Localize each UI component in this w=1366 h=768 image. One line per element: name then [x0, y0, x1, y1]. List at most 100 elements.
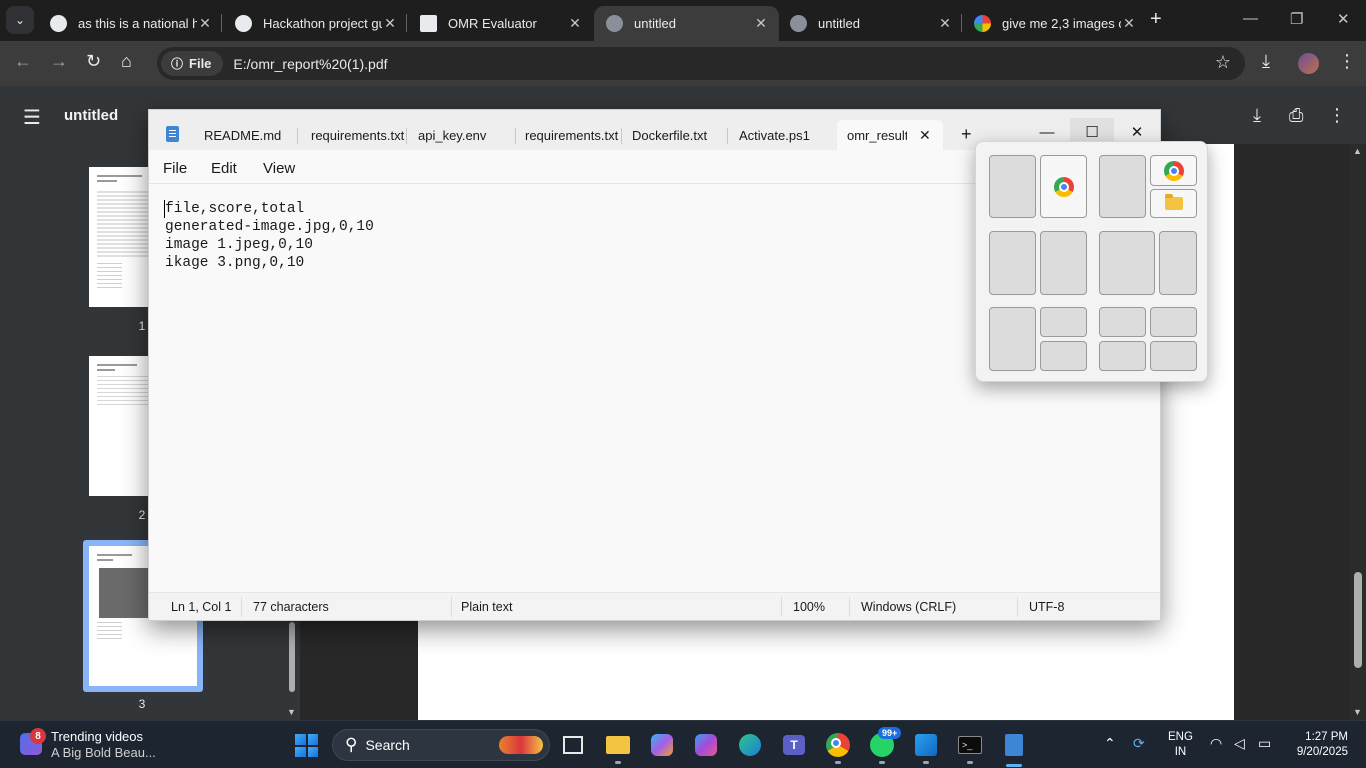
- widgets-subtitle[interactable]: A Big Bold Beau...: [51, 745, 156, 760]
- taskbar-search[interactable]: ⚲ Search: [332, 729, 550, 761]
- snap-zone-5c[interactable]: [1040, 341, 1087, 371]
- snap-zone-6a[interactable]: [1099, 307, 1146, 337]
- notepad-tab-requirements-2[interactable]: requirements.txt: [525, 120, 618, 150]
- snap-zone-2a[interactable]: [1099, 155, 1146, 218]
- star-icon[interactable]: ☆: [1215, 52, 1231, 73]
- terminal-icon[interactable]: >_: [954, 729, 986, 761]
- avatar[interactable]: [1298, 53, 1319, 74]
- back-arrow-icon[interactable]: ←: [14, 51, 32, 72]
- vscode-icon[interactable]: [910, 729, 942, 761]
- pdf-title: untitled: [64, 107, 119, 124]
- notepad-tab-readme[interactable]: README.md: [204, 120, 281, 150]
- new-tab-button[interactable]: +: [961, 124, 972, 145]
- sidebar-scrollbar-thumb[interactable]: [289, 622, 295, 692]
- snap-zone-6d[interactable]: [1150, 341, 1197, 371]
- m365-icon[interactable]: [690, 729, 722, 761]
- close-window-button[interactable]: ✕: [1337, 10, 1350, 28]
- chrome-icon: [1163, 160, 1184, 181]
- site-info-chip[interactable]: ⓘ File: [161, 51, 224, 76]
- close-icon[interactable]: ✕: [567, 15, 583, 32]
- snap-zone-1b[interactable]: [1040, 155, 1087, 218]
- chrome-icon[interactable]: [822, 729, 854, 761]
- notepad-tab-activate[interactable]: Activate.ps1: [739, 120, 810, 150]
- show-hidden-icons[interactable]: ⌃: [1104, 735, 1116, 752]
- info-icon: ⓘ: [171, 57, 184, 71]
- browser-tab-5[interactable]: untitled ✕: [778, 6, 963, 41]
- address-bar[interactable]: ⓘ File E:/omr_report%20(1).pdf ☆: [157, 47, 1245, 80]
- snap-zone-4a[interactable]: [1099, 231, 1155, 295]
- new-tab-button[interactable]: +: [1150, 8, 1162, 31]
- forward-arrow-icon[interactable]: →: [50, 51, 68, 72]
- browser-tab-2[interactable]: Hackathon project gu ✕: [223, 6, 408, 41]
- github-icon: [50, 15, 67, 32]
- browser-tab-6[interactable]: give me 2,3 images o ✕: [962, 6, 1147, 41]
- widgets-title[interactable]: Trending videos: [51, 729, 143, 744]
- menu-file[interactable]: File: [163, 160, 187, 177]
- status-zoom[interactable]: 100%: [793, 600, 825, 614]
- restore-button[interactable]: ❐: [1290, 10, 1303, 28]
- notepad-text-area[interactable]: file,score,total generated-image.jpg,0,1…: [165, 200, 374, 272]
- close-icon[interactable]: ✕: [1121, 15, 1137, 32]
- notepad-tab-requirements[interactable]: requirements.txt: [311, 120, 404, 150]
- start-button[interactable]: [295, 734, 318, 757]
- volume-icon[interactable]: ◁: [1234, 735, 1245, 752]
- scroll-down-arrow-icon[interactable]: ▼: [1353, 707, 1362, 717]
- snap-zone-2c[interactable]: [1150, 189, 1197, 218]
- battery-icon[interactable]: ▭: [1258, 735, 1271, 752]
- browser-toolbar: ← → ↻ ⌂ ⓘ File E:/omr_report%20(1).pdf ☆…: [0, 41, 1366, 86]
- menu-icon[interactable]: ☰: [23, 105, 41, 130]
- snap-zone-5a[interactable]: [989, 307, 1036, 371]
- teams-icon[interactable]: T: [778, 729, 810, 761]
- snap-zone-4b[interactable]: [1159, 231, 1197, 295]
- browser-tab-1[interactable]: as this is a national ha ✕: [38, 6, 223, 41]
- notepad-tab-omr-result[interactable]: omr_result ✕: [837, 120, 943, 150]
- snap-zone-6b[interactable]: [1150, 307, 1197, 337]
- copilot-icon[interactable]: [646, 729, 678, 761]
- close-icon[interactable]: ✕: [382, 15, 398, 32]
- sync-icon[interactable]: ⟳: [1133, 735, 1145, 752]
- file-explorer-icon[interactable]: [602, 729, 634, 761]
- browser-tab-strip: ⌄ as this is a national ha ✕ Hackathon p…: [0, 0, 1366, 41]
- close-icon[interactable]: ✕: [753, 15, 769, 32]
- active-app-indicator: [1006, 764, 1022, 767]
- close-icon[interactable]: ✕: [197, 15, 213, 32]
- snap-zone-3a[interactable]: [989, 231, 1036, 295]
- snap-zone-2b[interactable]: [1150, 155, 1197, 186]
- snap-zone-1a[interactable]: [989, 155, 1036, 218]
- snap-zone-6c[interactable]: [1099, 341, 1146, 371]
- search-icon: ⚲: [345, 735, 358, 754]
- snap-zone-3b[interactable]: [1040, 231, 1087, 295]
- snap-layouts-flyout: [975, 141, 1208, 382]
- notepad-tab-dockerfile[interactable]: Dockerfile.txt: [632, 120, 707, 150]
- notepad-icon[interactable]: [998, 729, 1030, 761]
- clock[interactable]: 1:27 PM 9/20/2025: [1288, 730, 1348, 760]
- minimize-button[interactable]: —: [1243, 10, 1258, 27]
- status-encoding[interactable]: UTF-8: [1029, 600, 1064, 614]
- notepad-tab-api-key[interactable]: api_key.env: [418, 120, 486, 150]
- edge-icon[interactable]: [734, 729, 766, 761]
- print-icon[interactable]: ⎙: [1289, 105, 1303, 126]
- scroll-up-arrow-icon[interactable]: ▲: [1353, 146, 1362, 156]
- more-vert-icon[interactable]: ⋮: [1338, 51, 1356, 72]
- scroll-down-arrow-icon[interactable]: ▼: [287, 707, 296, 717]
- language-indicator[interactable]: ENG IN: [1168, 730, 1193, 760]
- browser-tab-3[interactable]: OMR Evaluator ✕: [408, 6, 593, 41]
- menu-view[interactable]: View: [263, 160, 295, 177]
- task-view-icon[interactable]: [557, 729, 589, 761]
- wifi-icon[interactable]: ◠: [1210, 735, 1222, 752]
- download-icon[interactable]: ⤓: [1262, 51, 1270, 72]
- home-icon[interactable]: ⌂: [121, 51, 132, 72]
- pdf-scrollbar-thumb[interactable]: [1354, 572, 1362, 668]
- menu-edit[interactable]: Edit: [211, 160, 237, 177]
- whatsapp-badge: 99+: [878, 727, 902, 739]
- status-line-ending[interactable]: Windows (CRLF): [861, 600, 956, 614]
- browser-tab-4-active[interactable]: untitled ✕: [594, 6, 779, 41]
- snap-zone-5b[interactable]: [1040, 307, 1087, 337]
- more-vert-icon[interactable]: ⋮: [1328, 105, 1346, 126]
- close-icon[interactable]: ✕: [919, 127, 931, 144]
- reload-icon[interactable]: ↻: [86, 51, 101, 72]
- tab-search-button[interactable]: ⌄: [6, 6, 34, 34]
- download-icon[interactable]: ⤓: [1253, 105, 1261, 126]
- globe-icon: [790, 15, 807, 32]
- close-icon[interactable]: ✕: [937, 15, 953, 32]
